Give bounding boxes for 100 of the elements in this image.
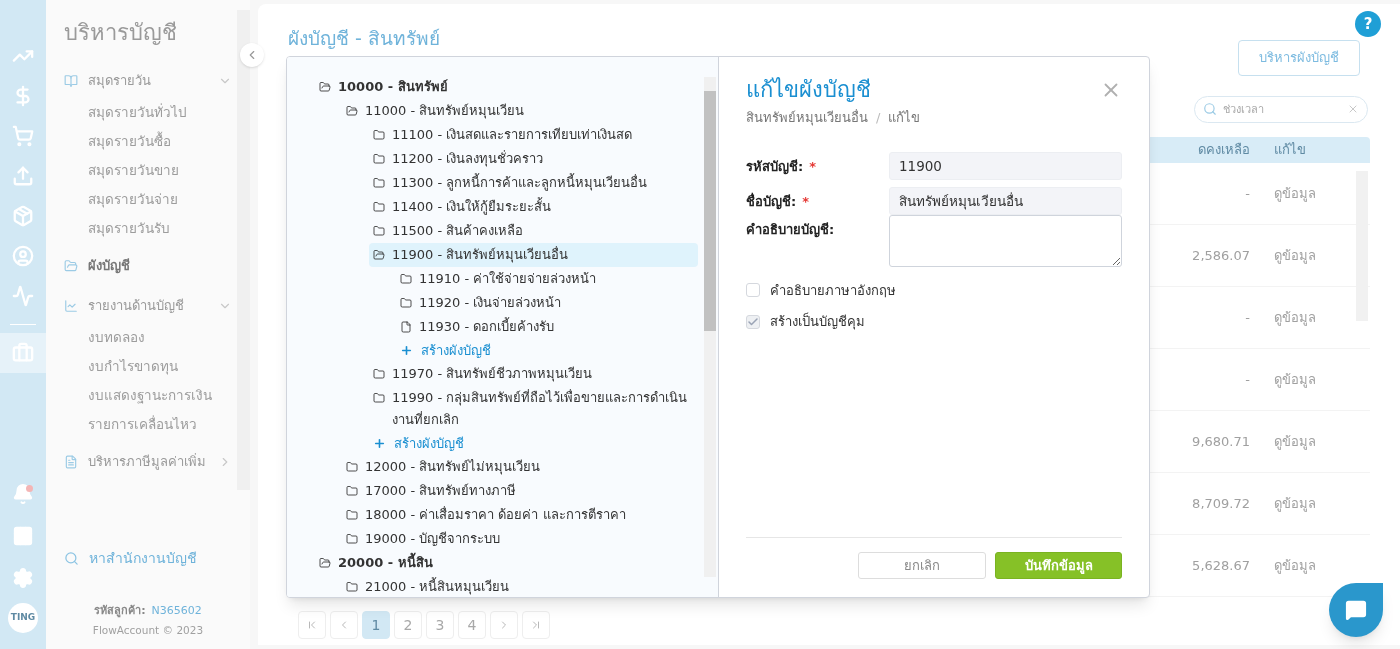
tree-item-label: 11970 - สินทรัพย์ชีวภาพหมุนเวียน	[392, 365, 594, 384]
balance-cell-text: 5,628.67	[1191, 556, 1250, 575]
sidebar-item[interactable]: งบกำไรขาดทุน	[64, 352, 232, 381]
tree-item[interactable]: 11920 - เงินจ่ายล่วงหน้า	[396, 291, 698, 315]
tree-item[interactable]: 11200 - เงินลงทุนชั่วคราว	[369, 147, 698, 171]
tree-item[interactable]: 11910 - ค่าใช้จ่ายจ่ายล่วงหน้า	[396, 267, 698, 291]
chart-icon	[64, 299, 78, 313]
balance-cell-text: -	[1244, 308, 1250, 327]
folder-icon	[346, 533, 358, 545]
chat-icon	[1345, 599, 1367, 621]
clear-icon	[1347, 103, 1359, 115]
sidebar-item[interactable]: สมุดรายวันจ่าย	[64, 185, 232, 214]
open-folder-icon	[319, 557, 331, 569]
checkbox[interactable]	[746, 283, 760, 298]
text-field[interactable]: สินทรัพย์หมุนเวียนอื่น	[889, 186, 1122, 215]
tree-item[interactable]: 17000 - สินทรัพย์ทางภาษี	[342, 479, 698, 503]
nav-button[interactable]	[0, 333, 46, 373]
tree-item-label: 17000 - สินทรัพย์ทางภาษี	[365, 482, 518, 500]
tree-item[interactable]: 11500 - สินค้าคงเหลือ	[369, 219, 698, 243]
open-folder-icon	[373, 249, 385, 261]
sidebar-group[interactable]: รายงานด้านบัญชี	[64, 289, 232, 323]
box-icon	[12, 205, 34, 227]
upload-icon	[12, 165, 34, 187]
tree-item[interactable]: 10000 - สินทรัพย์	[315, 75, 698, 99]
sidebar-item[interactable]: งบทดลอง	[64, 323, 232, 352]
pagination-button[interactable]: 4	[458, 611, 486, 639]
balance-cell-text: -	[1244, 184, 1250, 203]
folder-icon	[373, 177, 385, 189]
folder-icon	[373, 129, 385, 141]
view-link[interactable]: ดูข้อมูล	[1274, 495, 1316, 511]
pagination-button[interactable]	[522, 611, 550, 639]
description-field[interactable]	[889, 214, 1122, 267]
save-button[interactable]: บันทึกข้อมูล	[995, 552, 1122, 579]
tree-item[interactable]: 21000 - หนี้สินหมุนเวียน	[342, 575, 698, 597]
pagination-button[interactable]	[330, 611, 358, 639]
sidebar-item[interactable]: สมุดรายวันทั่วไป	[64, 98, 232, 127]
view-link[interactable]: ดูข้อมูล	[1274, 185, 1316, 201]
sidebar-group-label: รายงานด้านบัญชี	[88, 297, 185, 316]
sidebar-group[interactable]: ผังบัญชี	[64, 249, 232, 283]
checkbox[interactable]	[746, 314, 760, 329]
avatar[interactable]: TING	[8, 603, 38, 633]
create-account-link[interactable]: สร้างผังบัญชี	[400, 339, 718, 362]
create-account-link[interactable]: สร้างผังบัญชี	[373, 432, 718, 455]
tree-item[interactable]: 11300 - ลูกหนี้การค้าและลูกหนี้หมุนเวียนอื่น	[369, 171, 698, 195]
field-label: รหัสบัญชี:	[746, 157, 804, 176]
tree-item[interactable]: 11000 - สินทรัพย์หมุนเวียน	[342, 99, 698, 123]
tree-item-label: 11930 - ดอกเบี้ยค้างรับ	[419, 316, 556, 336]
cancel-button[interactable]: ยกเลิก	[858, 552, 986, 579]
tree-item[interactable]: 19000 - บัญชีจากระบบ	[342, 527, 698, 551]
tree-item-label: 11920 - เงินจ่ายล่วงหน้า	[419, 294, 563, 312]
balance-cell-text: 8,709.72	[1191, 494, 1250, 513]
tree-item[interactable]: 18000 - ค่าเสื่อมราคา ด้อยค่า และการตีราคา	[342, 503, 698, 527]
field-label: คำอธิบายบัญชี:	[746, 220, 835, 239]
customer-id-label: รหัสลูกค้า:	[94, 602, 146, 620]
view-link[interactable]: ดูข้อมูล	[1274, 371, 1316, 387]
find-accountant-link[interactable]: หาสำนักงานบัญชี	[46, 538, 250, 579]
search-field[interactable]: ช่วงเวลา	[1194, 96, 1368, 123]
sidebar-group[interactable]: สมุดรายวัน	[64, 64, 232, 98]
folder-icon	[346, 485, 358, 497]
folder-icon	[346, 581, 358, 593]
view-link[interactable]: ดูข้อมูล	[1274, 309, 1316, 325]
customer-id: N365602	[151, 602, 202, 619]
view-link[interactable]: ดูข้อมูล	[1274, 557, 1316, 573]
tree-item-label: 11500 - สินค้าคงเหลือ	[392, 222, 525, 240]
tree-item[interactable]: 11970 - สินทรัพย์ชีวภาพหมุนเวียน	[369, 362, 698, 386]
folder-icon	[373, 368, 385, 380]
sidebar-item[interactable]: สมุดรายวันขาย	[64, 156, 232, 185]
balance-cell-text: 9,680.71	[1191, 432, 1250, 451]
sidebar-group[interactable]: บริหารภาษีมูลค่าเพิ่ม	[64, 445, 232, 479]
tree-item[interactable]: 11400 - เงินให้กู้ยืมระยะสั้น	[369, 195, 698, 219]
field-label: ชื่อบัญชี:	[746, 191, 797, 211]
tree-item-label: 11300 - ลูกหนี้การค้าและลูกหนี้หมุนเวียนอื่น	[392, 172, 649, 193]
pagination-button[interactable]: 2	[394, 611, 422, 639]
text-field[interactable]: 11900	[889, 151, 1122, 180]
sidebar-item[interactable]: สมุดรายวันรับ	[64, 214, 232, 243]
find-accountant-label: หาสำนักงานบัญชี	[89, 549, 197, 569]
tree-item[interactable]: 12000 - สินทรัพย์ไม่หมุนเวียน	[342, 455, 698, 479]
breadcrumb-separator: /	[876, 109, 881, 127]
view-link[interactable]: ดูข้อมูล	[1274, 433, 1316, 449]
column-header: ดคงเหลือ	[1197, 141, 1250, 160]
document-icon	[400, 321, 412, 333]
view-link[interactable]: ดูข้อมูล	[1274, 247, 1316, 263]
tree-item[interactable]: 11900 - สินทรัพย์หมุนเวียนอื่น	[369, 243, 698, 267]
manage-chart-button[interactable]: บริหารผังบัญชี	[1238, 40, 1360, 76]
create-account-label: สร้างผังบัญชี	[394, 434, 464, 453]
tree-item[interactable]: 11100 - เงินสดและรายการเทียบเท่าเงินสด	[369, 123, 698, 147]
document-icon	[64, 455, 78, 469]
pagination-button[interactable]	[490, 611, 518, 639]
folder-icon	[346, 461, 358, 473]
tree-item[interactable]: 11990 - กลุ่มสินทรัพย์ที่ถือไว้เพื่อขายและการดำเนินงานที่ยกเลิก	[369, 386, 698, 432]
sidebar-item[interactable]: สมุดรายวันซื้อ	[64, 127, 232, 156]
pagination-button[interactable]: 1	[362, 611, 390, 639]
sidebar-group-label: ผังบัญชี	[88, 257, 131, 276]
tree-item[interactable]: 11930 - ดอกเบี้ยค้างรับ	[396, 315, 698, 339]
sidebar-item[interactable]: รายการเคลื่อนไหว	[64, 410, 232, 439]
folder-icon	[400, 273, 412, 285]
folder-icon	[373, 392, 385, 404]
pagination-button[interactable]	[298, 611, 326, 639]
pagination-button[interactable]: 3	[426, 611, 454, 639]
sidebar-item[interactable]: งบแสดงฐานะการเงิน	[64, 381, 232, 410]
